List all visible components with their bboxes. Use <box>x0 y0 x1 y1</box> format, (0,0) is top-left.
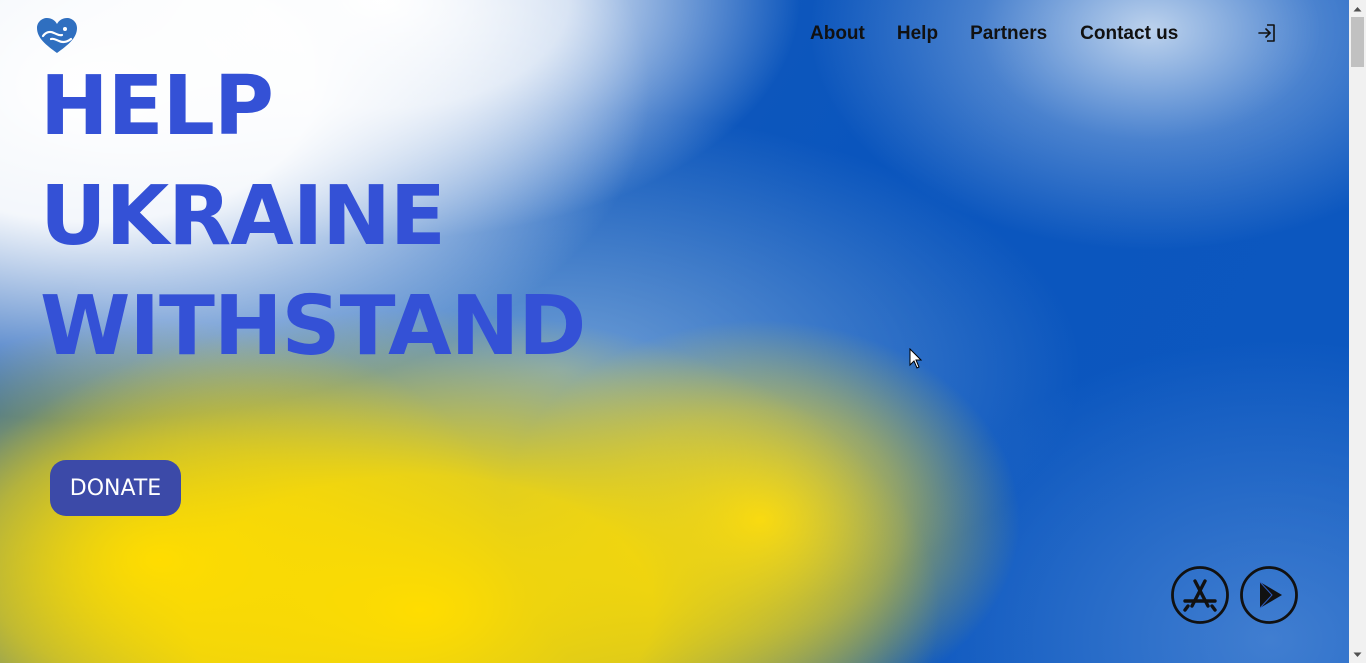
hero-line-ukraine: UKRAINE <box>40 169 446 264</box>
scroll-down-arrow-icon[interactable] <box>1349 646 1366 663</box>
heart-hands-logo-icon[interactable] <box>36 17 78 55</box>
vertical-scrollbar[interactable] <box>1349 0 1366 663</box>
hero-heading: HELP UKRAINE WITHSTAND <box>40 52 586 382</box>
nav-item-help[interactable]: Help <box>897 22 938 46</box>
nav-item-about[interactable]: About <box>810 22 865 46</box>
page: About Help Partners Contact us HELP UKRA… <box>0 0 1366 663</box>
hero-line-help: HELP <box>40 59 274 154</box>
main-nav: About Help Partners Contact us <box>810 22 1178 46</box>
scroll-up-arrow-icon[interactable] <box>1349 0 1366 17</box>
mouse-cursor-icon <box>909 347 923 370</box>
hero-line-withstand: WITHSTAND <box>40 279 586 374</box>
google-play-icon[interactable] <box>1240 566 1298 624</box>
app-store-icon[interactable] <box>1171 566 1229 624</box>
nav-item-partners[interactable]: Partners <box>970 22 1047 46</box>
scrollbar-thumb[interactable] <box>1351 17 1364 67</box>
donate-button[interactable]: DONATE <box>50 460 181 516</box>
nav-item-contact-us[interactable]: Contact us <box>1080 22 1178 46</box>
login-icon[interactable] <box>1256 22 1278 44</box>
